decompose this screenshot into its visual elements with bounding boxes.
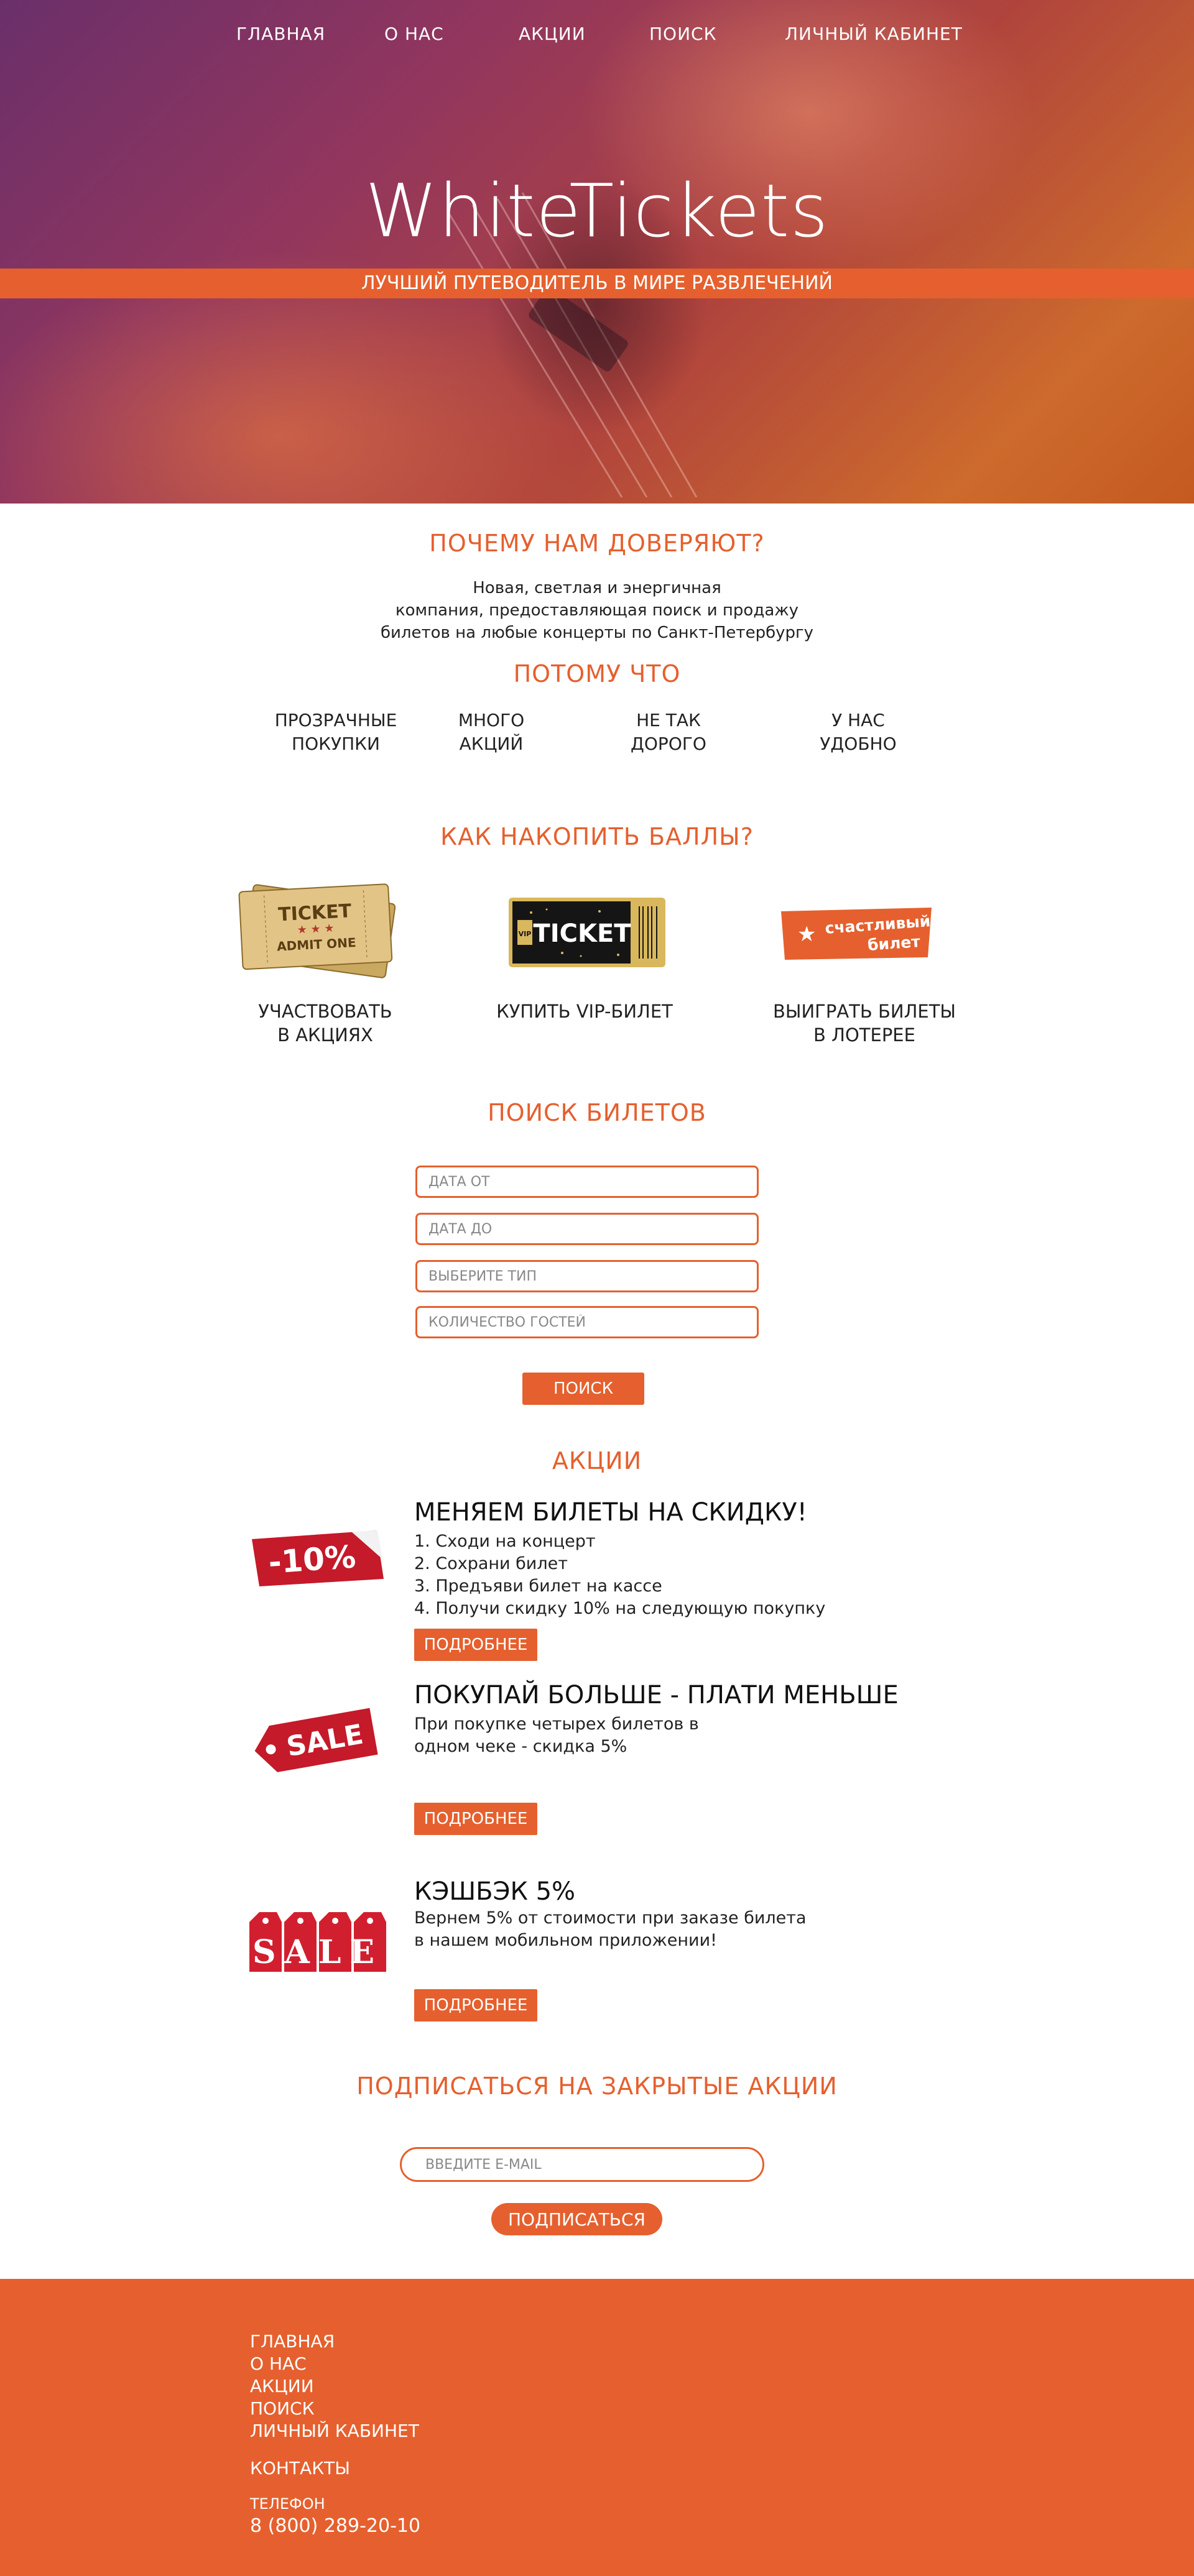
svg-text:★: ★: [797, 922, 816, 947]
promo-line: 4. Получи скидку 10% на следующую покупк…: [414, 1599, 826, 1618]
reason-line: ПОКУПКИ: [292, 734, 380, 754]
email-input[interactable]: [400, 2147, 764, 2182]
footer-link-promos[interactable]: АКЦИИ: [250, 2376, 314, 2396]
trust-line: Новая, светлая и энергичная: [473, 579, 721, 597]
footer-link-about[interactable]: О НАС: [250, 2353, 307, 2374]
promo-line: 2. Сохрани билет: [414, 1554, 568, 1573]
trust-description: Новая, светлая и энергичная компания, пр…: [0, 577, 1194, 644]
point-label-line: В ЛОТЕРЕЕ: [813, 1024, 915, 1046]
reason-item: У НАС УДОБНО: [808, 709, 908, 756]
point-label: УЧАСТВОВАТЬ В АКЦИЯХ: [244, 1000, 406, 1047]
trust-line: компания, предоставляющая поиск и продаж…: [395, 601, 799, 620]
more-button[interactable]: ПОДРОБНЕЕ: [414, 1803, 537, 1835]
because-title: ПОТОМУ ЧТО: [513, 660, 681, 688]
promo-line: Вернем 5% от стоимости при заказе билета: [414, 1908, 807, 1928]
points-title: КАК НАКОПИТЬ БАЛЛЫ?: [440, 823, 754, 850]
tagline-bar: ЛУЧШИЙ ПУТЕВОДИТЕЛЬ В МИРЕ РАЗВЛЕЧЕНИЙ: [0, 269, 1194, 298]
reason-line: У НАС: [831, 710, 885, 730]
type-select[interactable]: [415, 1260, 759, 1292]
reason-line: НЕ ТАК: [636, 710, 701, 730]
reason-item: ПРОЗРАЧНЫЕ ПОКУПКИ: [274, 709, 398, 756]
vip-ticket-image: VIP TICKET: [509, 898, 665, 967]
svg-text:TICKET: TICKET: [277, 900, 352, 926]
phone-label: ТЕЛЕФОН: [250, 2495, 325, 2513]
promo-title: КЭШБЭК 5%: [414, 1877, 576, 1906]
reason-line: УДОБНО: [820, 734, 897, 754]
guests-input[interactable]: [415, 1306, 759, 1338]
date-from-input[interactable]: [415, 1166, 759, 1198]
phone-number[interactable]: 8 (800) 289-20-10: [250, 2515, 420, 2537]
point-label-line: ВЫИГРАТЬ БИЛЕТЫ: [772, 1001, 956, 1022]
nav-item-promos[interactable]: АКЦИИ: [519, 24, 586, 44]
search-button[interactable]: ПОИСК: [522, 1373, 644, 1405]
more-button[interactable]: ПОДРОБНЕЕ: [414, 1629, 537, 1661]
reason-line: МНОГО: [458, 710, 525, 730]
svg-text:★ ★ ★: ★ ★ ★: [297, 922, 335, 937]
svg-text:билет: билет: [867, 932, 921, 954]
trust-title: ПОЧЕМУ НАМ ДОВЕРЯЮТ?: [429, 530, 765, 557]
point-label-line: УЧАСТВОВАТЬ: [258, 1001, 392, 1022]
discount-sticker-image: -10%: [252, 1530, 384, 1586]
promo-title: ПОКУПАЙ БОЛЬШЕ - ПЛАТИ МЕНЬШЕ: [414, 1681, 899, 1709]
contacts-heading: КОНТАКТЫ: [250, 2458, 350, 2478]
footer-link-account[interactable]: ЛИЧНЫЙ КАБИНЕТ: [250, 2421, 419, 2441]
sale-tags-image: SALE: [249, 1912, 386, 1972]
promo-line: в нашем мобильном приложении!: [414, 1931, 717, 1950]
svg-text:-10%: -10%: [267, 1539, 357, 1581]
reason-item: МНОГО АКЦИЙ: [442, 709, 541, 756]
point-label: ВЫИГРАТЬ БИЛЕТЫ В ЛОТЕРЕЕ: [765, 1000, 964, 1047]
svg-text:SALE: SALE: [252, 1933, 383, 1971]
nav-item-search[interactable]: ПОИСК: [649, 24, 716, 44]
promo-line: 3. Предъяви билет на кассе: [414, 1576, 662, 1596]
trust-line: билетов на любые концерты по Санкт-Петер…: [380, 623, 814, 642]
tagline: ЛУЧШИЙ ПУТЕВОДИТЕЛЬ В МИРЕ РАЗВЛЕЧЕНИЙ: [361, 272, 833, 294]
sale-tag-image: SALE: [254, 1708, 378, 1772]
svg-text:VIP: VIP: [519, 930, 532, 938]
reason-line: АКЦИЙ: [459, 734, 524, 754]
nav-item-account[interactable]: ЛИЧНЫЙ КАБИНЕТ: [785, 24, 963, 44]
promo-line: одном чеке - скидка 5%: [414, 1737, 627, 1756]
admit-one-ticket-image: TICKET ★ ★ ★ ADMIT ONE: [238, 883, 396, 978]
nav-item-home[interactable]: ГЛАВНАЯ: [236, 24, 325, 44]
nav-item-about[interactable]: О НАС: [384, 24, 444, 44]
promo-line: При покупке четырех билетов в: [414, 1714, 699, 1734]
main-nav: ГЛАВНАЯ О НАС АКЦИИ ПОИСК ЛИЧНЫЙ КАБИНЕТ: [0, 24, 1194, 48]
footer-link-home[interactable]: ГЛАВНАЯ: [250, 2331, 335, 2352]
svg-text:TICKET: TICKET: [533, 919, 631, 948]
point-label-line: КУПИТЬ VIP-БИЛЕТ: [496, 1001, 673, 1022]
more-button[interactable]: ПОДРОБНЕЕ: [414, 1989, 537, 2022]
promos-title: АКЦИИ: [552, 1447, 642, 1474]
subscribe-title: ПОДПИСАТЬСЯ НА ЗАКРЫТЫЕ АКЦИИ: [356, 2072, 838, 2100]
subscribe-button[interactable]: ПОДПИСАТЬСЯ: [491, 2203, 662, 2235]
footer: ГЛАВНАЯ О НАС АКЦИИ ПОИСК ЛИЧНЫЙ КАБИНЕТ…: [0, 2279, 1194, 2576]
point-label-line: В АКЦИЯХ: [277, 1024, 373, 1046]
reason-line: ПРОЗРАЧНЫЕ: [274, 710, 397, 730]
reason-line: ДОРОГО: [631, 734, 706, 754]
hero-banner: ГЛАВНАЯ О НАС АКЦИИ ПОИСК ЛИЧНЫЙ КАБИНЕТ…: [0, 0, 1194, 504]
lucky-ticket-image: ★ счастливый билет: [781, 908, 932, 960]
point-label: КУПИТЬ VIP-БИЛЕТ: [491, 1000, 678, 1023]
promo-title: МЕНЯЕМ БИЛЕТЫ НА СКИДКУ!: [414, 1498, 807, 1527]
reason-item: НЕ ТАК ДОРОГО: [616, 709, 721, 756]
promo-line: 1. Сходи на концерт: [414, 1532, 596, 1551]
brand-logo[interactable]: WhiteTickets: [0, 168, 1194, 254]
search-title: ПОИСК БИЛЕТОВ: [488, 1099, 706, 1126]
footer-link-search[interactable]: ПОИСК: [250, 2398, 314, 2419]
date-to-input[interactable]: [415, 1213, 759, 1245]
